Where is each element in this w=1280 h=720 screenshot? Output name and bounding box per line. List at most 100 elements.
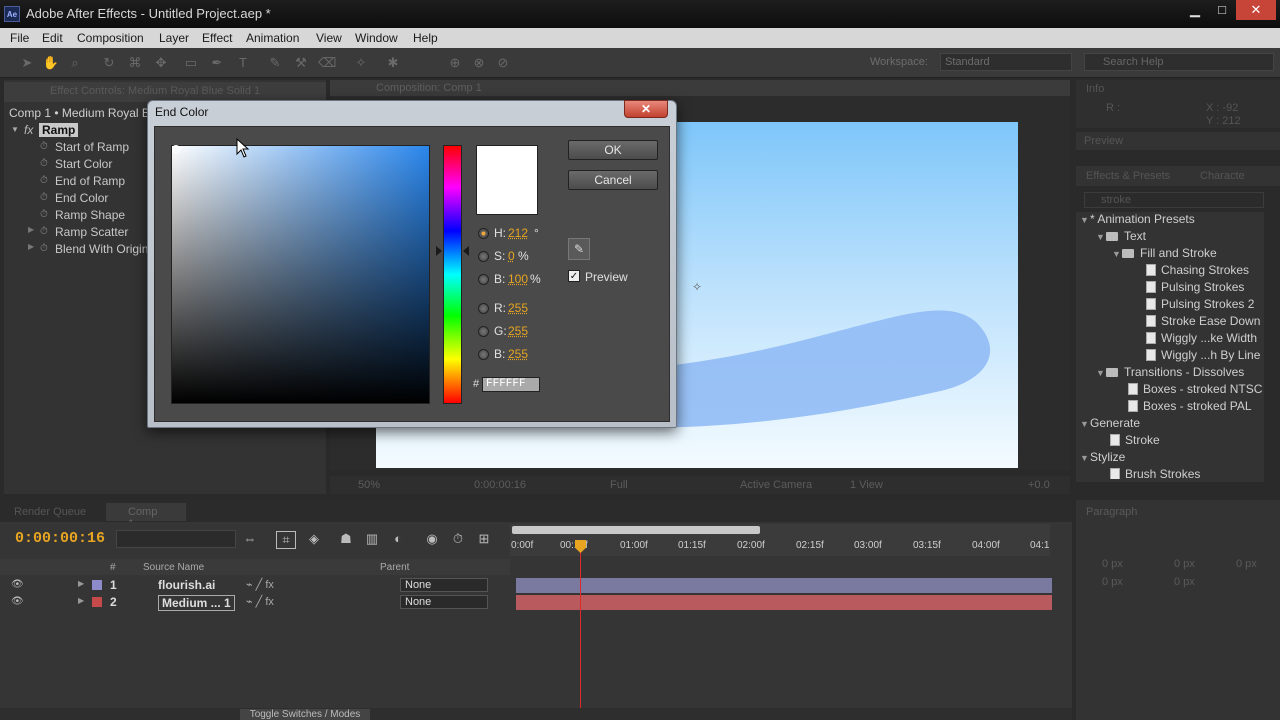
saturation-brightness-field[interactable]	[171, 145, 430, 404]
ep-item-brush-strokes-effect[interactable]: Brush Strokes	[1110, 467, 1200, 479]
layer-row[interactable]: 👁 ▶ 2 Medium ... 1 ⌁ ╱ fx None	[0, 594, 510, 611]
ep-item-stroke-effect[interactable]: Stroke	[1110, 433, 1160, 450]
maximize-button[interactable]: □	[1207, 0, 1237, 20]
expand-arrow-icon[interactable]: ▼	[1080, 215, 1090, 225]
search-help-input[interactable]: Search Help	[1084, 53, 1274, 71]
graph-editor-icon[interactable]: ⊞	[474, 531, 494, 549]
auto-keyframe-icon[interactable]: ⏱	[448, 531, 468, 549]
preview-panel-tab[interactable]: Preview	[1076, 132, 1280, 150]
layer-switches[interactable]: ⌁ ╱ fx	[246, 578, 274, 591]
parent-select[interactable]: None	[400, 595, 488, 609]
effects-presets-tab[interactable]: Effects & Presets	[1086, 170, 1170, 182]
ep-item-preset[interactable]: Wiggly ...h By Line	[1146, 348, 1260, 365]
selection-tool-icon[interactable]: ➤	[18, 54, 36, 72]
ep-item-generate-category[interactable]: ▼Generate	[1080, 416, 1140, 433]
zoom-tool-icon[interactable]: ⌕	[66, 54, 84, 72]
expand-arrow-icon[interactable]: ▶	[78, 596, 84, 605]
work-area-bar[interactable]	[512, 526, 760, 534]
live-update-icon[interactable]: ⌗	[276, 531, 296, 549]
hue-value[interactable]: 212	[508, 226, 528, 240]
stopwatch-icon[interactable]: ⏱	[40, 141, 48, 152]
expand-arrow-icon[interactable]: ▶	[78, 579, 84, 588]
fx-icon[interactable]: fx	[24, 123, 33, 137]
saturation-radio[interactable]	[478, 251, 489, 262]
stopwatch-icon[interactable]: ⏱	[40, 243, 48, 254]
layer-name[interactable]: flourish.ai	[158, 578, 215, 592]
saturation-value[interactable]: 0	[508, 249, 515, 263]
label-color-swatch[interactable]	[92, 580, 102, 590]
visibility-eye-icon[interactable]: 👁	[11, 579, 24, 590]
render-queue-tab[interactable]: Render Queue	[14, 506, 86, 518]
character-tab[interactable]: Characte	[1200, 170, 1245, 182]
menu-layer[interactable]: Layer	[159, 31, 189, 45]
space-before-value[interactable]: 0 px	[1102, 576, 1123, 588]
column-parent[interactable]: Parent	[380, 562, 409, 573]
window-close-button[interactable]: ✕	[1236, 0, 1276, 20]
red-value[interactable]: 255	[508, 301, 528, 315]
clone-stamp-tool-icon[interactable]: ⚒	[292, 54, 310, 72]
comp-mini-flowchart-icon[interactable]: ⇔	[240, 531, 260, 549]
stopwatch-icon[interactable]: ⏱	[40, 158, 48, 169]
menu-effect[interactable]: Effect	[202, 31, 232, 45]
indent-left-value[interactable]: 0 px	[1102, 558, 1123, 570]
ep-item-text-folder[interactable]: ▼ Text	[1096, 229, 1146, 246]
expand-arrow-icon[interactable]: ▼	[1080, 419, 1090, 429]
minimize-button[interactable]: ▁	[1180, 0, 1210, 20]
menu-animation[interactable]: Animation	[246, 31, 299, 45]
menu-edit[interactable]: Edit	[42, 31, 63, 45]
anchor-point-icon[interactable]: ✧	[692, 280, 702, 294]
green-value[interactable]: 255	[508, 324, 528, 338]
brainstorm-icon[interactable]: ◉	[422, 531, 442, 549]
mask-tool-icon[interactable]: ▭	[182, 54, 200, 72]
hex-input[interactable]: FFFFFF	[482, 377, 540, 392]
space-after-value[interactable]: 0 px	[1174, 576, 1195, 588]
hue-slider-left-arrow[interactable]	[436, 246, 442, 256]
local-axis-icon[interactable]: ⊕	[446, 54, 464, 72]
camera-select[interactable]: Active Camera	[740, 479, 812, 491]
exposure-value[interactable]: +0.0	[1028, 479, 1050, 491]
workspace-select[interactable]: Standard	[940, 53, 1072, 71]
indent-first-value[interactable]: 0 px	[1236, 558, 1257, 570]
timeline-search-input[interactable]	[116, 530, 236, 548]
layer-switches[interactable]: ⌁ ╱ fx	[246, 595, 274, 608]
composition-tab[interactable]: Composition: Comp 1	[330, 80, 1070, 96]
timeline-comp-tab[interactable]: Comp 1	[106, 503, 186, 530]
preview-checkbox[interactable]: ✓	[568, 270, 580, 282]
comp-timecode[interactable]: 0:00:00:16	[474, 479, 526, 491]
ep-item-preset[interactable]: Pulsing Strokes 2	[1146, 297, 1254, 314]
green-radio[interactable]	[478, 326, 489, 337]
expand-arrow-icon[interactable]: ▼	[1080, 453, 1090, 463]
menu-view[interactable]: View	[316, 31, 342, 45]
expand-arrow-icon[interactable]: ▼	[11, 125, 19, 134]
stopwatch-icon[interactable]: ⏱	[40, 192, 48, 203]
ep-item-preset[interactable]: Boxes - stroked NTSC	[1128, 382, 1262, 399]
hand-tool-icon[interactable]: ✋	[42, 54, 60, 72]
color-field-marker[interactable]	[172, 145, 180, 153]
blue-value[interactable]: 255	[508, 347, 528, 361]
hue-slider[interactable]	[443, 145, 462, 404]
camera-tool-icon[interactable]: ⌘	[126, 54, 144, 72]
stopwatch-icon[interactable]: ⏱	[40, 209, 48, 220]
puppet-tool-icon[interactable]: ✱	[384, 54, 402, 72]
current-time-indicator[interactable]	[580, 540, 581, 710]
effect-controls-tab[interactable]: Effect Controls: Medium Royal Blue Solid…	[4, 82, 326, 102]
layer-duration-bar[interactable]	[516, 578, 1052, 593]
expand-arrow-icon[interactable]: ▶	[28, 242, 34, 251]
rotation-tool-icon[interactable]: ↻	[100, 54, 118, 72]
timeline-timecode[interactable]: 0:00:00:16	[15, 530, 105, 547]
ep-item-preset[interactable]: Pulsing Strokes	[1146, 280, 1244, 297]
indent-right-value[interactable]: 0 px	[1174, 558, 1195, 570]
brightness-value[interactable]: 100	[508, 272, 528, 286]
draft-3d-icon[interactable]: ◈	[304, 531, 324, 549]
expand-arrow-icon[interactable]: ▼	[1096, 232, 1106, 242]
ep-item-animation-presets[interactable]: ▼* Animation Presets	[1080, 212, 1195, 229]
blue-radio[interactable]	[478, 349, 489, 360]
eyedropper-icon[interactable]: ✎	[568, 238, 590, 260]
dialog-close-button[interactable]: ✕	[624, 100, 668, 118]
expand-arrow-icon[interactable]: ▼	[1096, 368, 1106, 378]
effect-name[interactable]: Ramp	[39, 123, 79, 137]
expand-arrow-icon[interactable]: ▶	[28, 225, 34, 234]
eraser-tool-icon[interactable]: ⌫	[318, 54, 336, 72]
effects-search-input[interactable]: stroke	[1084, 192, 1264, 208]
layer-name[interactable]: Medium ... 1	[158, 595, 235, 611]
